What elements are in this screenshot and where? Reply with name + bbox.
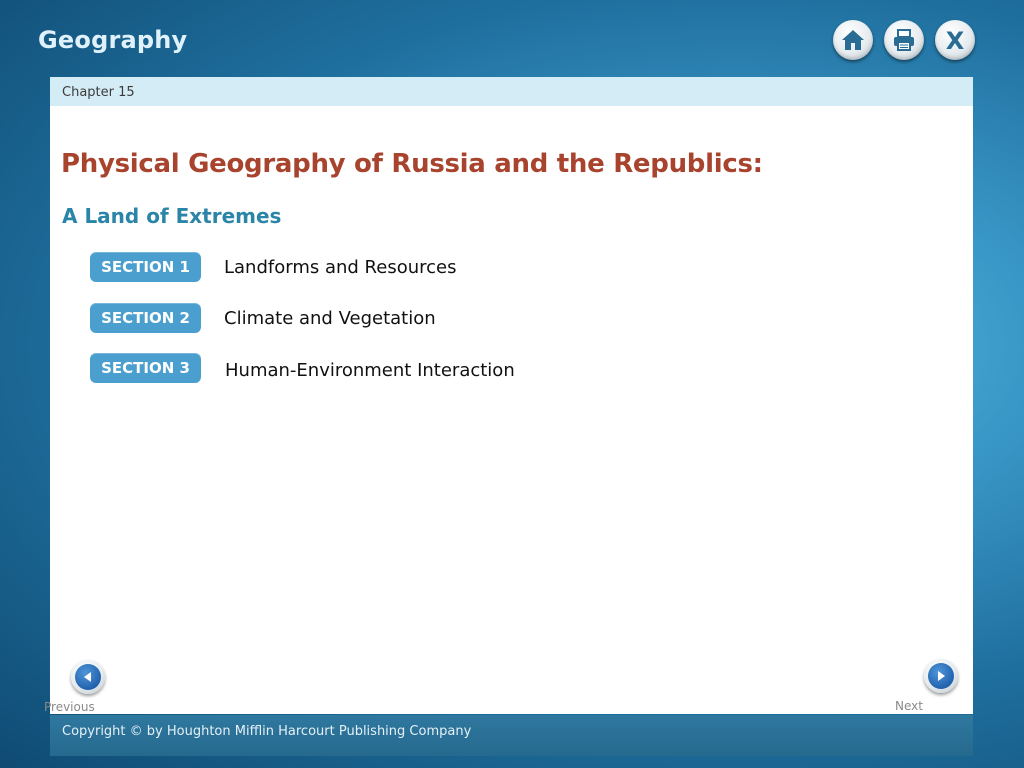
previous-button[interactable] [71,660,105,694]
section-2-button[interactable]: SECTION 2 [90,303,201,333]
print-button[interactable] [884,20,924,60]
content-panel: Chapter 15 Physical Geography of Russia … [50,77,973,714]
page-subtitle: A Land of Extremes [62,204,282,228]
footer-bar: Copyright © by Houghton Mifflin Harcourt… [50,715,973,756]
next-button[interactable] [924,659,958,693]
section-1-label[interactable]: Landforms and Resources [224,257,456,278]
section-3-label[interactable]: Human-Environment Interaction [225,360,515,381]
section-1-button[interactable]: SECTION 1 [90,252,201,282]
home-icon [842,30,864,50]
section-3-button[interactable]: SECTION 3 [90,353,201,383]
svg-text:X: X [946,27,965,53]
chapter-bar: Chapter 15 [50,77,973,106]
printer-icon [894,29,914,51]
next-label[interactable]: Next [895,699,923,713]
app-title: Geography [38,26,188,54]
previous-label[interactable]: Previous [44,700,95,714]
arrow-right-icon [938,671,945,681]
page-title: Physical Geography of Russia and the Rep… [61,149,763,179]
close-button[interactable]: X [935,20,975,60]
close-icon: X [946,27,965,53]
chapter-label: Chapter 15 [62,85,135,100]
home-button[interactable] [833,20,873,60]
arrow-left-icon [84,672,91,682]
copyright-text: Copyright © by Houghton Mifflin Harcourt… [62,724,472,739]
section-2-label[interactable]: Climate and Vegetation [224,308,436,329]
